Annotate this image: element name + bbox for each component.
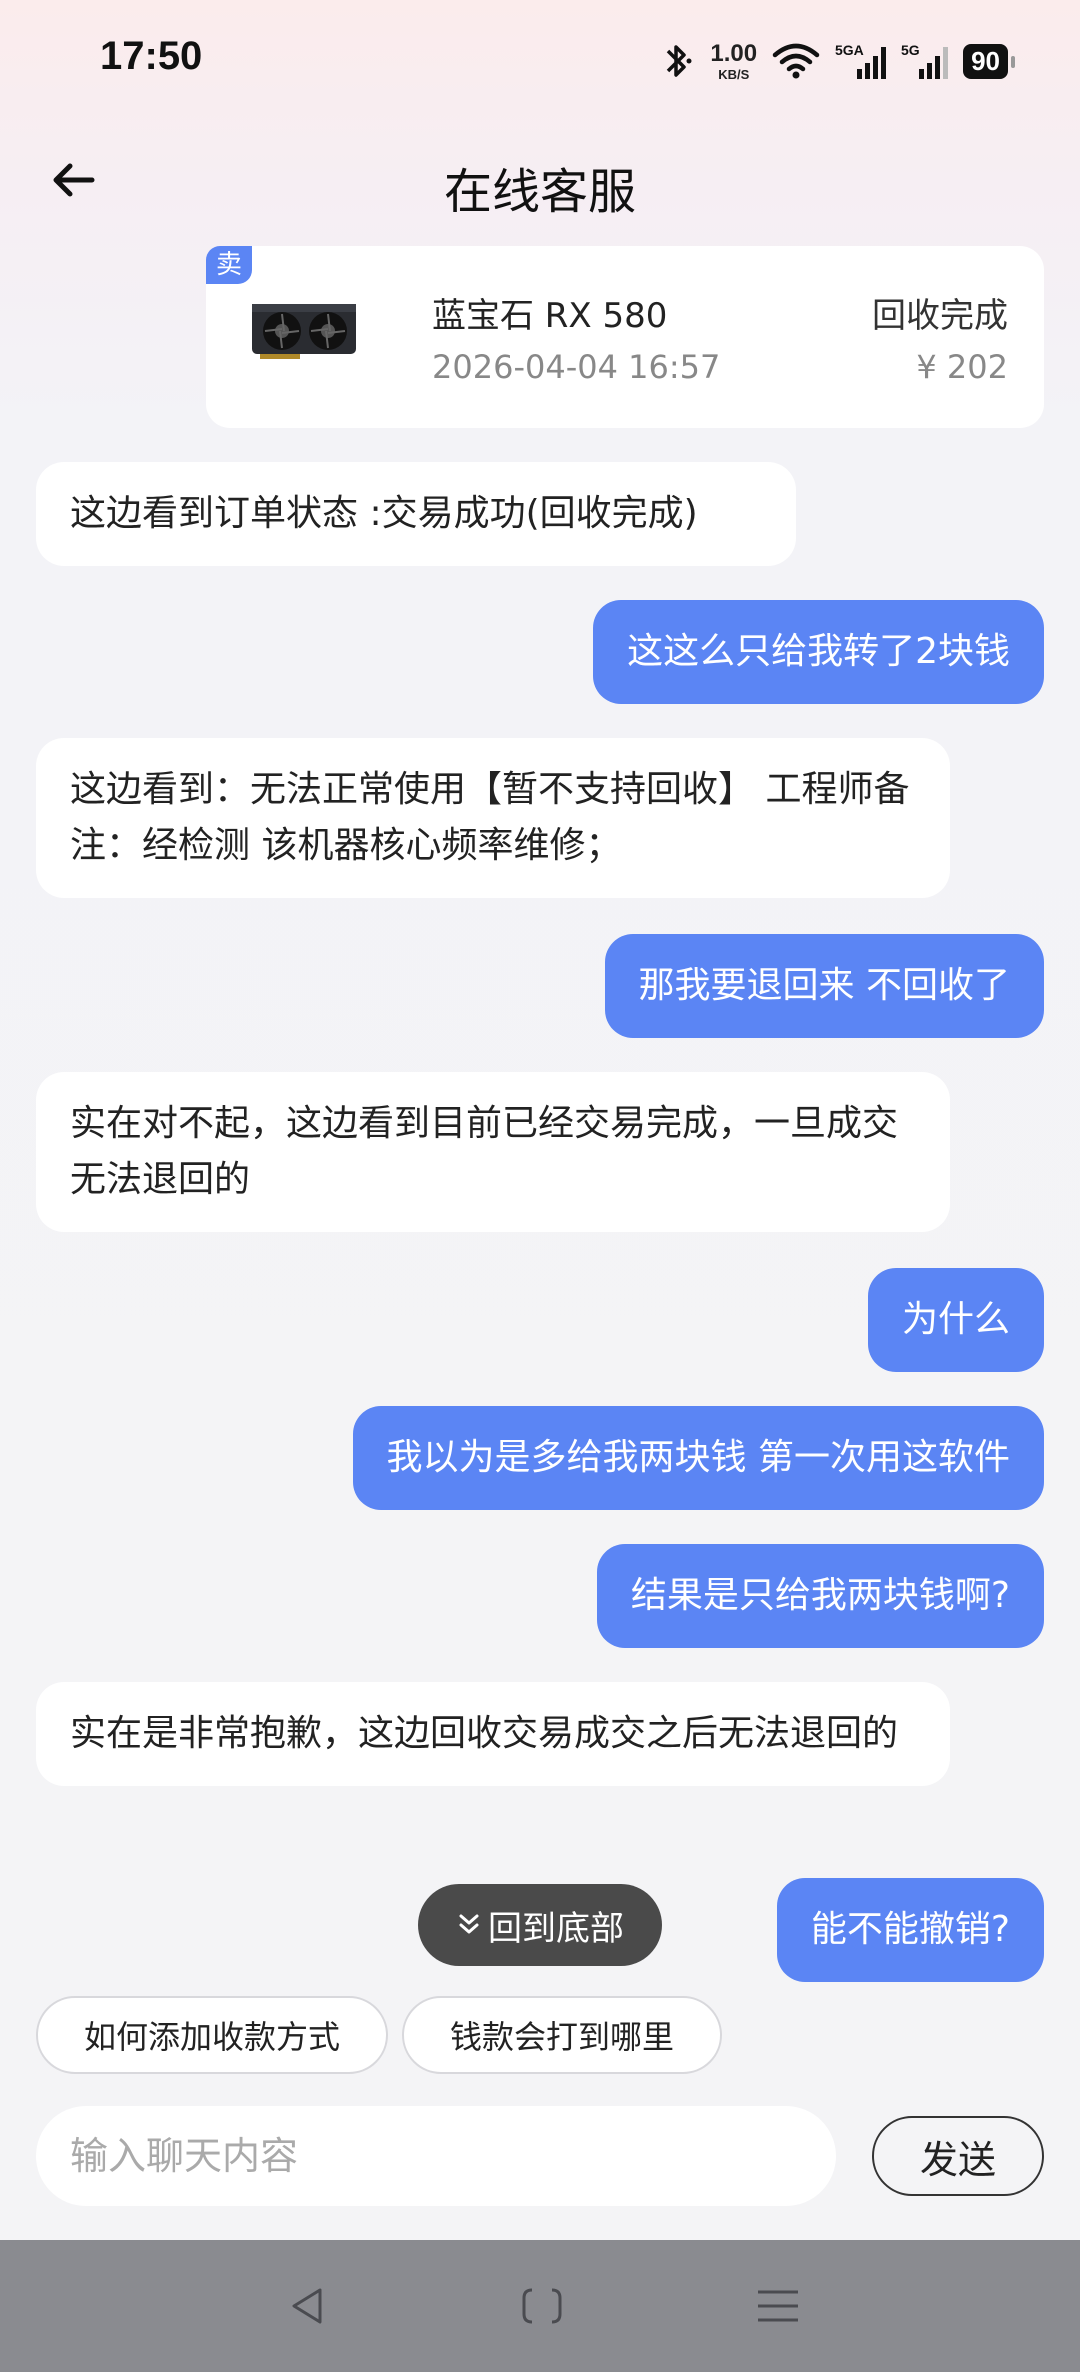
battery-indicator: 90 [963, 43, 1015, 79]
quick-reply-chip[interactable]: 如何添加收款方式 [36, 1996, 388, 2074]
chat-input[interactable] [36, 2106, 836, 2206]
user-message: 能不能撤销? [776, 1878, 1044, 1982]
order-price: ¥ 202 [916, 348, 1008, 386]
net-speed-value: 1.00 [710, 39, 758, 67]
wifi-icon [772, 43, 820, 79]
product-name: 蓝宝石 RX 580 [432, 296, 668, 336]
system-nav-bar [0, 2240, 1080, 2372]
user-message: 那我要退回来 不回收了 [604, 934, 1044, 1038]
user-message: 结果是只给我两块钱啊? [596, 1544, 1044, 1648]
product-image [252, 304, 356, 359]
status-time: 17:50 [100, 34, 203, 78]
status-icons: 1.00 KB/S 5GA 5G 90 [658, 36, 1015, 86]
net-speed: 1.00 KB/S [710, 39, 758, 82]
user-message: 这这么只给我转了2块钱 [593, 600, 1044, 704]
quick-reply-chip[interactable]: 钱款会打到哪里 [402, 1996, 722, 2074]
nav-back-icon[interactable] [282, 2284, 334, 2328]
scroll-to-bottom-button[interactable]: 回到底部 [418, 1884, 662, 1966]
agent-message: 这边看到：无法正常使用【暂不支持回收】 工程师备注：经检测 该机器核心频率维修； [36, 738, 950, 898]
page-title: 在线客服 [443, 164, 636, 220]
order-date: 2026-04-04 16:57 [432, 348, 721, 386]
order-card[interactable]: 卖 蓝宝石 RX 580 2026-04-04 16:57 回收完成 ¥ 202 [206, 246, 1044, 428]
title-bar: 在线客服 [0, 130, 1080, 230]
nav-menu-icon[interactable] [752, 2284, 804, 2328]
agent-message: 这边看到订单状态 :交易成功(回收完成) [36, 462, 796, 566]
back-arrow-icon[interactable] [46, 152, 102, 208]
signal2-label: 5G [901, 42, 920, 58]
nav-home-icon[interactable] [516, 2284, 568, 2328]
signal1-label: 5GA [835, 42, 864, 58]
user-message: 我以为是多给我两块钱 第一次用这软件 [352, 1406, 1044, 1510]
signal-5ga-icon: 5GA [835, 42, 887, 79]
status-bar: 17:50 1.00 KB/S 5GA 5G 90 [0, 0, 1080, 120]
bluetooth-icon [667, 45, 692, 77]
signal-5g-icon: 5G [901, 42, 949, 79]
agent-message: 实在是非常抱歉，这边回收交易成交之后无法退回的 [36, 1682, 950, 1786]
agent-message: 实在对不起，这边看到目前已经交易完成，一旦成交无法退回的 [36, 1072, 950, 1232]
user-message: 为什么 [867, 1268, 1044, 1372]
double-chevron-down-icon [459, 1914, 479, 1934]
scroll-to-bottom-label: 回到底部 [488, 1908, 624, 1949]
net-speed-unit: KB/S [718, 66, 750, 82]
send-button[interactable]: 发送 [872, 2116, 1044, 2196]
order-status: 回收完成 [872, 296, 1008, 336]
sell-tag: 卖 [206, 246, 252, 284]
